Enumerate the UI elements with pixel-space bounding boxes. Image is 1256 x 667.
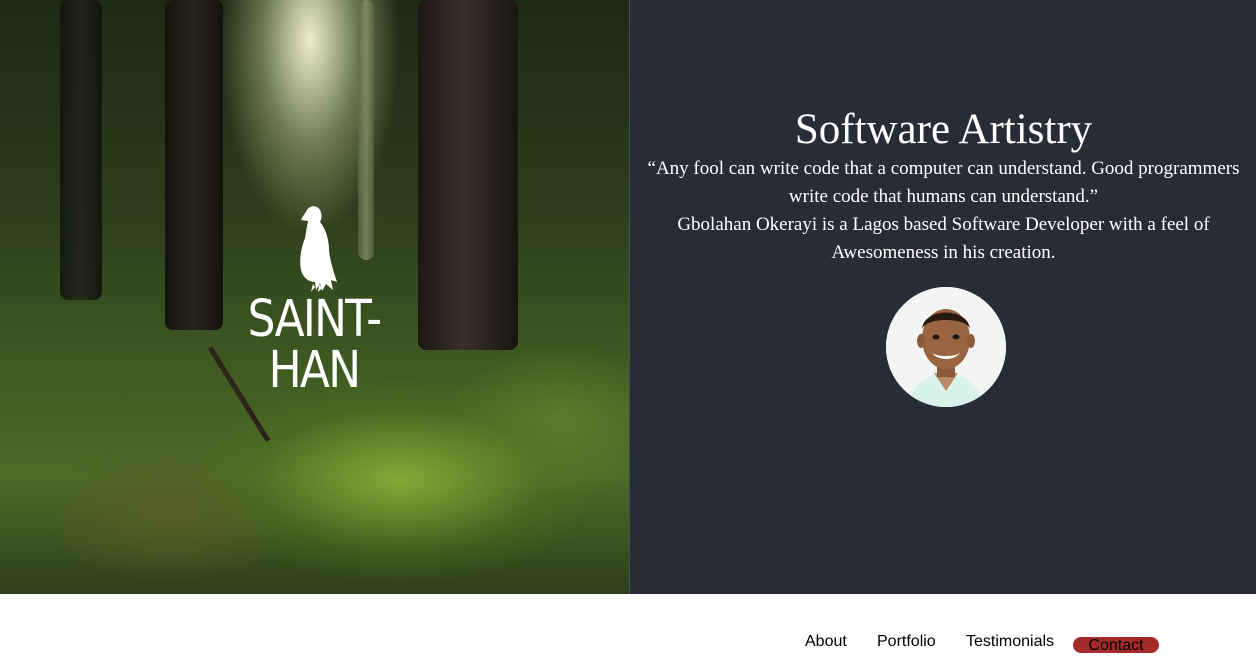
avatar (886, 287, 1006, 407)
tree-trunk (60, 0, 102, 300)
profile-photo (886, 287, 1006, 407)
nav-link-about[interactable]: About (805, 632, 847, 652)
brand-logo: SAINT-HAN (204, 204, 424, 396)
main-navigation: About Portfolio Testimonials Contact (0, 594, 1256, 667)
page-title: Software Artistry (794, 106, 1093, 153)
intro-panel: Software Artistry “Any fool can write co… (629, 0, 1256, 594)
tree-trunk (418, 0, 518, 350)
contact-button-label: Contact (1088, 637, 1144, 654)
brand-name: SAINT-HAN (247, 290, 382, 400)
nav-link-portfolio[interactable]: Portfolio (877, 632, 936, 652)
intro-bio: Gbolahan Okerayi is a Lagos based Softwa… (677, 214, 1210, 263)
nav-link-testimonials[interactable]: Testimonials (966, 632, 1054, 652)
intro-quote: “Any fool can write code that a computer… (647, 158, 1240, 207)
raven-icon (300, 206, 337, 292)
contact-button[interactable]: Contact (1073, 637, 1159, 654)
hero-forest-image: SAINT-HAN (0, 0, 629, 594)
